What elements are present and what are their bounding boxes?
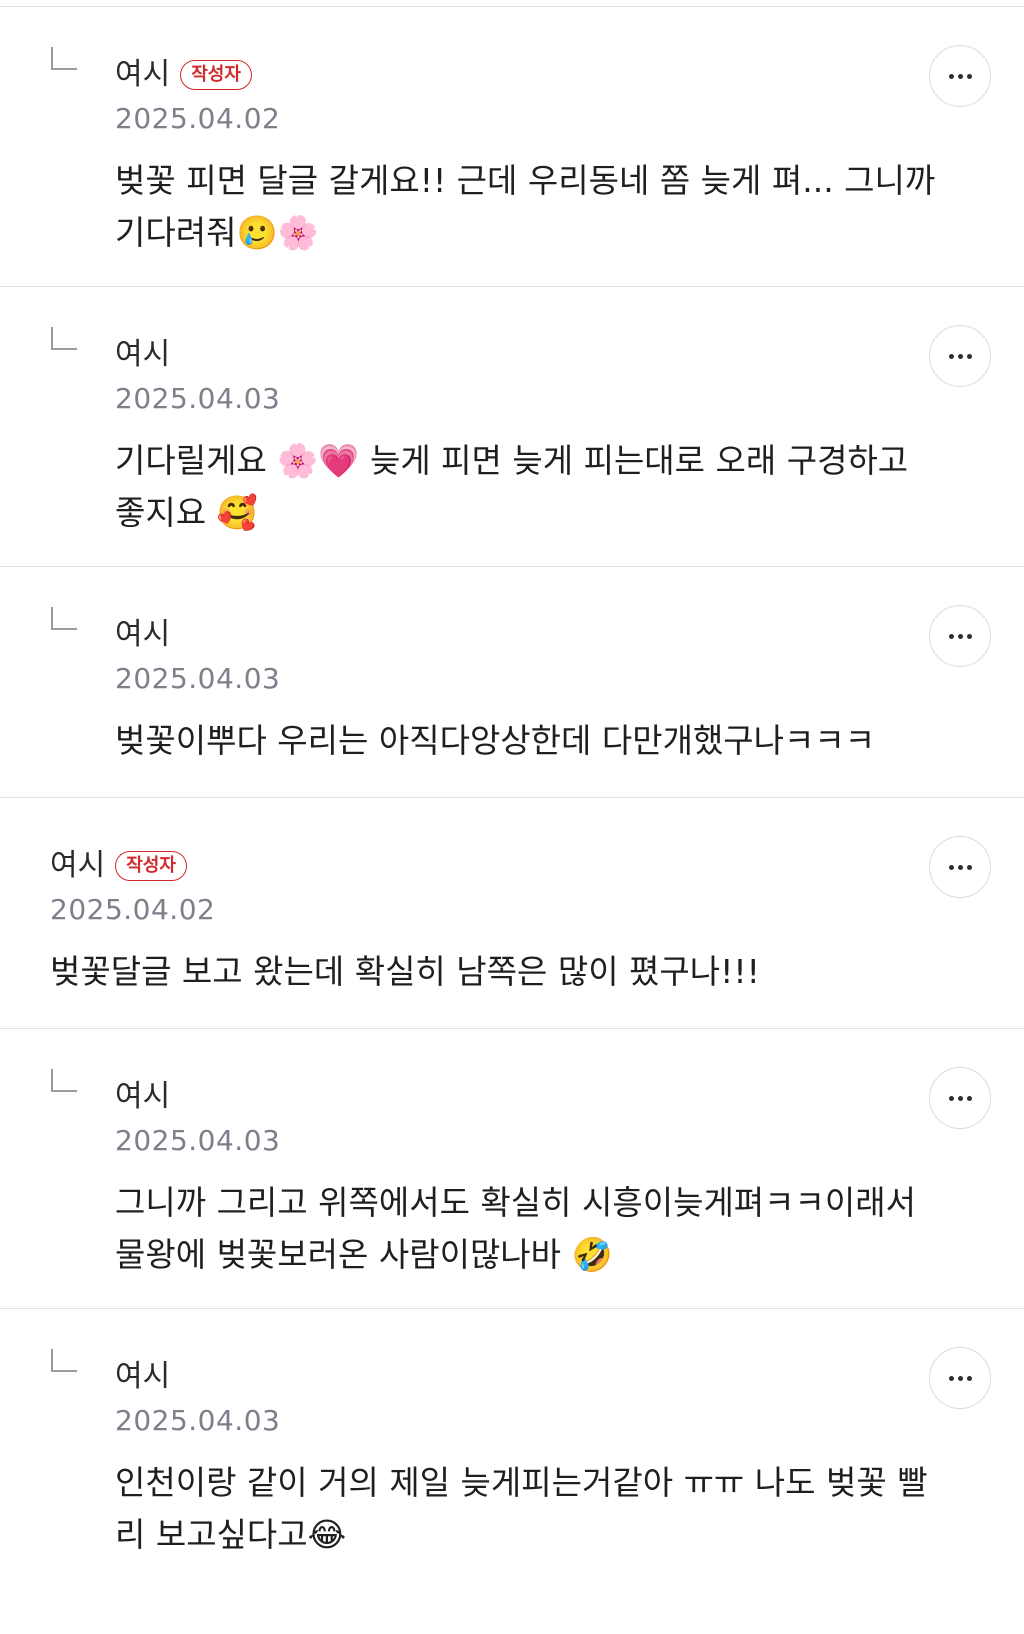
comment-item: 여시 2025.04.03 인천이랑 같이 거의 제일 늦게피는거같아 ㅠㅠ 나…: [0, 1309, 1024, 1634]
reply-arrow-icon: [51, 1069, 77, 1092]
comment-date: 2025.04.02: [50, 893, 216, 926]
comment-content: 여시 2025.04.03 그니까 그리고 위쪽에서도 확실히 시흥이늦게펴ㅋㅋ…: [115, 1075, 944, 1281]
more-options-button[interactable]: [929, 1347, 991, 1409]
comment-content: 여시 작성자 2025.04.02 벚꽃 피면 달글 갈게요!! 근데 우리동네…: [115, 53, 944, 259]
comment-item: 여시 2025.04.03 기다릴게요 🌸💗 늦게 피면 늦게 피는대로 오래 …: [0, 287, 1024, 567]
more-options-button[interactable]: [929, 836, 991, 898]
author-name[interactable]: 여시: [115, 333, 170, 377]
comment-text: 그니까 그리고 위쪽에서도 확실히 시흥이늦게펴ㅋㅋ이래서 물왕에 벚꽃보러온 …: [115, 1183, 916, 1274]
writer-badge: 작성자: [115, 851, 187, 881]
author-row: 여시 작성자: [115, 53, 944, 97]
writer-badge: 작성자: [180, 60, 252, 90]
reply-arrow-icon: [51, 327, 77, 350]
comment-date: 2025.04.03: [115, 662, 281, 695]
comment-date: 2025.04.03: [115, 1404, 281, 1437]
comment-item: 여시 2025.04.03 벚꽃이뿌다 우리는 아직다앙상한데 다만개했구나ㅋㅋ…: [0, 567, 1024, 798]
comment-text: 벚꽃달글 보고 왔는데 확실히 남쪽은 많이 폈구나!!!: [50, 952, 760, 991]
author-name[interactable]: 여시: [115, 53, 170, 97]
more-options-button[interactable]: [929, 605, 991, 667]
author-row: 여시 작성자: [50, 844, 944, 888]
comment-date: 2025.04.03: [115, 1124, 281, 1157]
more-horizontal-icon: [948, 1095, 972, 1101]
more-options-button[interactable]: [929, 1067, 991, 1129]
author-name[interactable]: 여시: [115, 1075, 170, 1119]
comment-text: 벚꽃이뿌다 우리는 아직다앙상한데 다만개했구나ㅋㅋㅋ: [115, 721, 876, 760]
more-horizontal-icon: [948, 73, 972, 79]
comment-text: 기다릴게요 🌸💗 늦게 피면 늦게 피는대로 오래 구경하고 좋지요 🥰: [115, 441, 909, 532]
comment-text: 인천이랑 같이 거의 제일 늦게피는거같아 ㅠㅠ 나도 벚꽃 빨리 보고싶다고😂: [115, 1463, 928, 1554]
comment-item: 여시 작성자 2025.04.02 벚꽃 피면 달글 갈게요!! 근데 우리동네…: [0, 7, 1024, 287]
comment-content: 여시 2025.04.03 인천이랑 같이 거의 제일 늦게피는거같아 ㅠㅠ 나…: [115, 1355, 944, 1561]
more-horizontal-icon: [948, 353, 972, 359]
comment-content: 여시 작성자 2025.04.02 벚꽃달글 보고 왔는데 확실히 남쪽은 많이…: [50, 844, 944, 998]
comment-item: 여시 작성자 2025.04.02 벚꽃달글 보고 왔는데 확실히 남쪽은 많이…: [0, 798, 1024, 1029]
comment-date: 2025.04.02: [115, 102, 281, 135]
comment-list: 여시 작성자 2025.04.02 벚꽃 피면 달글 갈게요!! 근데 우리동네…: [0, 0, 1024, 1634]
author-name[interactable]: 여시: [50, 844, 105, 888]
author-name[interactable]: 여시: [115, 1355, 170, 1399]
more-options-button[interactable]: [929, 45, 991, 107]
author-row: 여시: [115, 1355, 944, 1399]
author-row: 여시: [115, 1075, 944, 1119]
comment-content: 여시 2025.04.03 벚꽃이뿌다 우리는 아직다앙상한데 다만개했구나ㅋㅋ…: [115, 613, 944, 767]
reply-arrow-icon: [51, 1349, 77, 1372]
author-row: 여시: [115, 613, 944, 657]
author-row: 여시: [115, 333, 944, 377]
comment-text: 벚꽃 피면 달글 갈게요!! 근데 우리동네 쫌 늦게 펴... 그니까 기다려…: [115, 161, 936, 252]
reply-arrow-icon: [51, 47, 77, 70]
comment-item: 여시 2025.04.03 그니까 그리고 위쪽에서도 확실히 시흥이늦게펴ㅋㅋ…: [0, 1029, 1024, 1309]
more-horizontal-icon: [948, 633, 972, 639]
comment-content: 여시 2025.04.03 기다릴게요 🌸💗 늦게 피면 늦게 피는대로 오래 …: [115, 333, 944, 539]
author-name[interactable]: 여시: [115, 613, 170, 657]
more-horizontal-icon: [948, 1375, 972, 1381]
reply-arrow-icon: [51, 607, 77, 630]
more-horizontal-icon: [948, 864, 972, 870]
more-options-button[interactable]: [929, 325, 991, 387]
comment-date: 2025.04.03: [115, 382, 281, 415]
